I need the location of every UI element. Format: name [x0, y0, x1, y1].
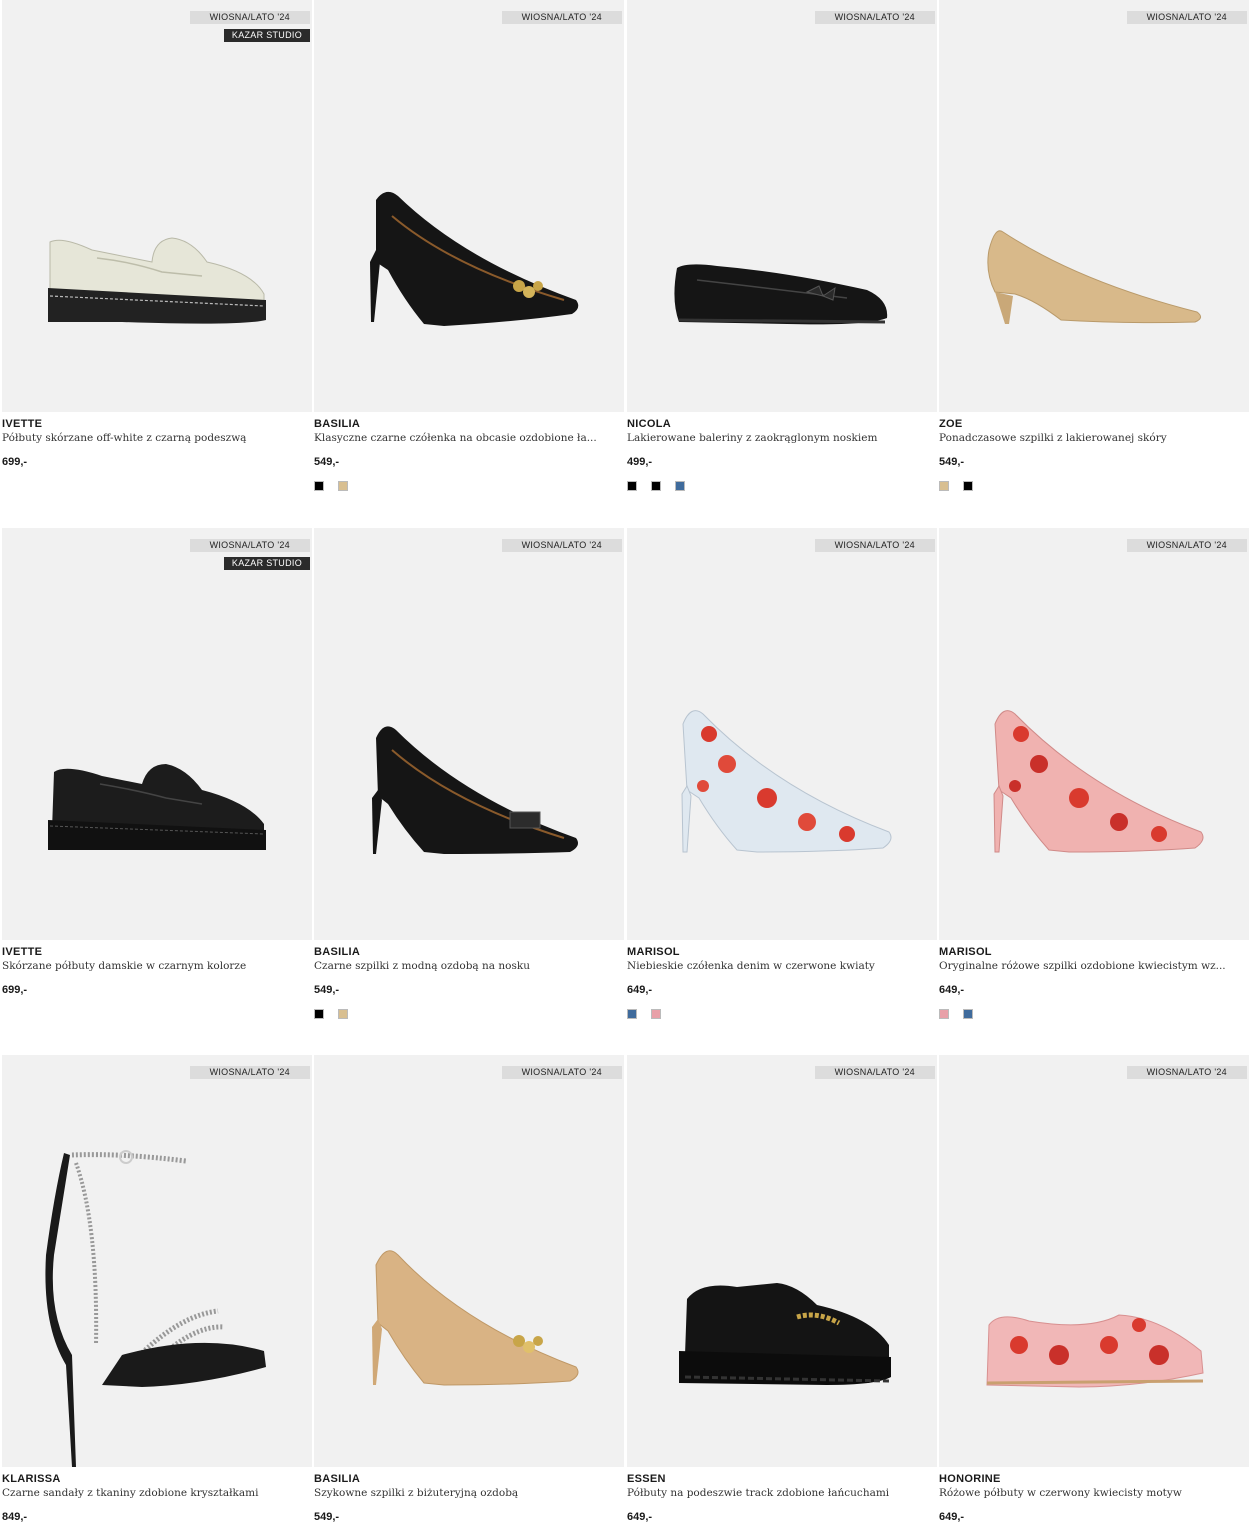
product-card[interactable]: WIOSNA/LATO '24 HONORINE Różowe półbuty …	[939, 1055, 1249, 1524]
color-swatch[interactable]	[651, 481, 661, 491]
product-card[interactable]: WIOSNA/LATO '24 KLARISSA Czarne sandały …	[2, 1055, 312, 1524]
product-description[interactable]: Niebieskie czółenka denim w czerwone kwi…	[627, 959, 927, 974]
product-brand[interactable]: HONORINE	[939, 1472, 1249, 1486]
product-description[interactable]: Oryginalne różowe szpilki ozdobione kwie…	[939, 959, 1239, 974]
loafer-track-black-shoe-image	[679, 1283, 891, 1385]
product-brand[interactable]: IVETTE	[2, 417, 312, 431]
color-swatches	[314, 1009, 624, 1023]
color-swatches	[2, 1009, 312, 1023]
product-image[interactable]: WIOSNA/LATO '24	[2, 1055, 312, 1467]
product-image[interactable]: WIOSNA/LATO '24	[939, 1055, 1249, 1467]
pump-black-chain-shoe-image	[370, 191, 579, 326]
color-swatch[interactable]	[314, 481, 324, 491]
pump-floral-blue-shoe-image	[681, 710, 892, 853]
color-swatch[interactable]	[963, 1009, 973, 1019]
product-image[interactable]: WIOSNA/LATO '24	[939, 528, 1249, 940]
pump-black-buckle-shoe-image	[372, 726, 578, 854]
product-price: 549,-	[939, 456, 965, 468]
product-price: 549,-	[314, 1511, 340, 1523]
product-brand[interactable]: ZOE	[939, 417, 1249, 431]
product-description[interactable]: Skórzane półbuty damskie w czarnym kolor…	[2, 959, 302, 974]
product-price: 649,-	[939, 1511, 965, 1523]
product-brand[interactable]: MARISOL	[939, 945, 1249, 959]
product-brand[interactable]: BASILIA	[314, 1472, 624, 1486]
loafer-black-shoe-image	[48, 764, 266, 850]
color-swatch[interactable]	[627, 481, 637, 491]
product-description[interactable]: Ponadczasowe szpilki z lakierowanej skór…	[939, 431, 1239, 446]
product-image[interactable]: WIOSNA/LATO '24	[314, 1055, 624, 1467]
color-swatch[interactable]	[314, 1009, 324, 1019]
color-swatch[interactable]	[675, 481, 685, 491]
product-price: 649,-	[627, 1511, 653, 1523]
product-description[interactable]: Klasyczne czarne czółenka na obcasie ozd…	[314, 431, 614, 446]
ballerina-black-shoe-image	[674, 264, 888, 325]
color-swatches	[2, 481, 312, 495]
color-swatch[interactable]	[338, 1009, 348, 1019]
product-card[interactable]: WIOSNA/LATO '24 ZOE Ponadczasowe szpilki…	[939, 0, 1249, 495]
product-brand[interactable]: BASILIA	[314, 945, 624, 959]
color-swatch[interactable]	[627, 1009, 637, 1019]
product-price: 699,-	[2, 984, 28, 996]
color-swatch[interactable]	[651, 1009, 661, 1019]
product-description[interactable]: Półbuty na podeszwie track zdobione łańc…	[627, 1486, 927, 1501]
product-price: 649,-	[627, 984, 653, 996]
product-card[interactable]: WIOSNA/LATO '24 KAZAR STUDIO IVETTE Półb…	[2, 0, 312, 495]
loafer-floral-pink-shoe-image	[986, 1314, 1204, 1388]
product-description[interactable]: Półbuty skórzane off-white z czarną pode…	[2, 431, 302, 446]
product-card[interactable]: WIOSNA/LATO '24 BASILIA Szykowne szpilki…	[314, 1055, 624, 1524]
product-price: 699,-	[2, 456, 28, 468]
product-brand[interactable]: NICOLA	[627, 417, 937, 431]
color-swatch[interactable]	[338, 481, 348, 491]
product-price: 499,-	[627, 456, 653, 468]
product-card[interactable]: WIOSNA/LATO '24 BASILIA Czarne szpilki z…	[314, 528, 624, 1023]
product-image[interactable]: WIOSNA/LATO '24 KAZAR STUDIO	[2, 528, 312, 940]
kitten-beige-shoe-image	[987, 230, 1201, 324]
product-image[interactable]: WIOSNA/LATO '24	[314, 528, 624, 940]
color-swatch[interactable]	[963, 481, 973, 491]
product-brand[interactable]: ESSEN	[627, 1472, 937, 1486]
product-image[interactable]: WIOSNA/LATO '24	[314, 0, 624, 412]
color-swatch[interactable]	[939, 481, 949, 491]
product-card[interactable]: WIOSNA/LATO '24 BASILIA Klasyczne czarne…	[314, 0, 624, 495]
color-swatches	[939, 1009, 1249, 1023]
sandal-black-shoe-image	[45, 1150, 266, 1467]
loafer-white-shoe-image	[48, 237, 266, 324]
product-image[interactable]: WIOSNA/LATO '24	[627, 1055, 937, 1467]
product-grid: WIOSNA/LATO '24 KAZAR STUDIO IVETTE Półb…	[0, 0, 1250, 1523]
color-swatches	[627, 481, 937, 495]
product-brand[interactable]: BASILIA	[314, 417, 624, 431]
product-image[interactable]: WIOSNA/LATO '24	[627, 0, 937, 412]
color-swatches	[314, 481, 624, 495]
product-description[interactable]: Różowe półbuty w czerwony kwiecisty moty…	[939, 1486, 1239, 1501]
pump-floral-pink-shoe-image	[993, 710, 1204, 853]
product-price: 849,-	[2, 1511, 28, 1523]
color-swatches	[627, 1009, 937, 1023]
product-brand[interactable]: MARISOL	[627, 945, 937, 959]
product-card[interactable]: WIOSNA/LATO '24 MARISOL Niebieskie czółe…	[627, 528, 937, 1023]
product-card[interactable]: WIOSNA/LATO '24 NICOLA Lakierowane baler…	[627, 0, 937, 495]
product-description[interactable]: Lakierowane baleriny z zaokrąglonym nosk…	[627, 431, 927, 446]
product-description[interactable]: Czarne sandały z tkaniny zdobione kryszt…	[2, 1486, 302, 1501]
product-card[interactable]: WIOSNA/LATO '24 MARISOL Oryginalne różow…	[939, 528, 1249, 1023]
pump-beige-chain-shoe-image	[372, 1250, 579, 1386]
product-image[interactable]: WIOSNA/LATO '24	[627, 528, 937, 940]
product-card[interactable]: WIOSNA/LATO '24 KAZAR STUDIO IVETTE Skór…	[2, 528, 312, 1023]
product-price: 649,-	[939, 984, 965, 996]
color-swatches	[939, 481, 1249, 495]
product-image[interactable]: WIOSNA/LATO '24	[939, 0, 1249, 412]
product-card[interactable]: WIOSNA/LATO '24 ESSEN Półbuty na podeszw…	[627, 1055, 937, 1524]
product-description[interactable]: Czarne szpilki z modną ozdobą na nosku	[314, 959, 614, 974]
product-description[interactable]: Szykowne szpilki z biżuteryjną ozdobą	[314, 1486, 614, 1501]
product-brand[interactable]: IVETTE	[2, 945, 312, 959]
product-brand[interactable]: KLARISSA	[2, 1472, 312, 1486]
product-price: 549,-	[314, 456, 340, 468]
color-swatch[interactable]	[939, 1009, 949, 1019]
product-price: 549,-	[314, 984, 340, 996]
product-image[interactable]: WIOSNA/LATO '24 KAZAR STUDIO	[2, 0, 312, 412]
